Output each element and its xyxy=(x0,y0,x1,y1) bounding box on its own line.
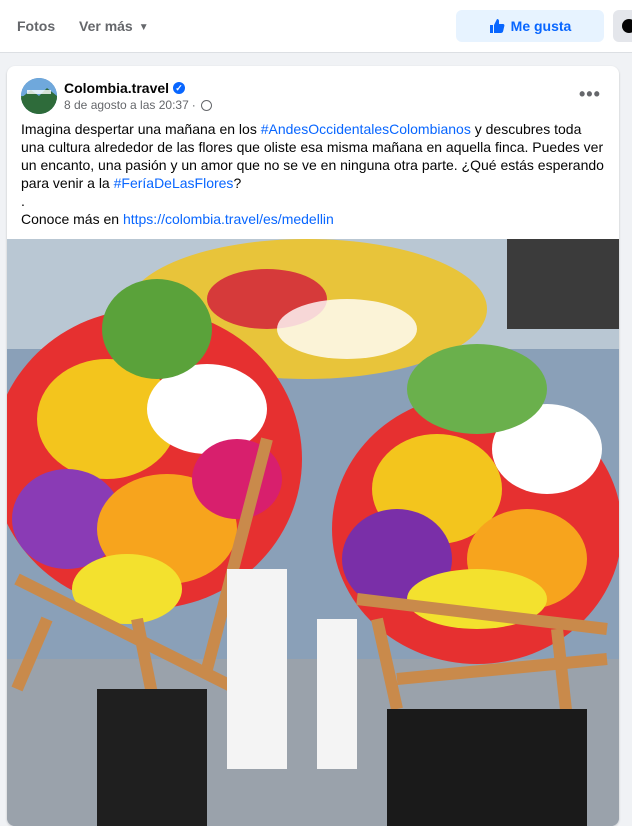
tab-fotos[interactable]: Fotos xyxy=(17,18,55,34)
page-name-label: Colombia.travel xyxy=(64,80,170,96)
page-topbar: Fotos Ver más ▼ Me gusta xyxy=(0,0,632,53)
avatar-image xyxy=(21,78,57,114)
page-avatar[interactable] xyxy=(21,78,57,114)
more-options-icon[interactable]: ••• xyxy=(579,84,601,105)
page-name[interactable]: Colombia.travel ✓ xyxy=(64,80,186,96)
chevron-down-icon: ▼ xyxy=(138,22,149,33)
text-part-3: ? xyxy=(233,175,242,191)
like-page-button[interactable]: Me gusta xyxy=(456,10,604,42)
messenger-button[interactable] xyxy=(613,10,632,42)
post-card: Colombia.travel ✓ 8 de agosto a las 20:3… xyxy=(7,66,619,826)
messenger-icon xyxy=(622,19,632,33)
post-text: Imagina despertar una mañana en los #And… xyxy=(21,120,607,228)
text-part-1: Imagina despertar una mañana en los xyxy=(21,121,261,137)
post-date[interactable]: 8 de agosto a las 20:37 xyxy=(64,98,189,112)
globe-icon xyxy=(200,99,212,111)
thumbs-up-icon xyxy=(489,19,505,33)
hashtag-link-andes[interactable]: #AndesOccidentalesColombianos xyxy=(261,121,471,137)
post-photo[interactable] xyxy=(7,239,619,826)
meta-separator: · xyxy=(191,98,196,112)
post-paragraph: Imagina despertar una mañana en los #And… xyxy=(21,120,607,192)
link-prefix: Conoce más en xyxy=(21,211,123,227)
hashtag-link-feria[interactable]: #FeríaDeLasFlores xyxy=(114,175,234,191)
post-dot-line: . xyxy=(21,193,25,209)
like-button-label: Me gusta xyxy=(510,18,572,34)
verified-badge-icon: ✓ xyxy=(173,82,186,94)
medellin-link[interactable]: https://colombia.travel/es/medellin xyxy=(123,211,334,227)
tab-ver-mas[interactable]: Ver más ▼ xyxy=(79,18,149,34)
tab-ver-mas-label: Ver más xyxy=(79,18,133,34)
post-link-line: Conoce más en https://colombia.travel/es… xyxy=(21,210,607,228)
post-meta: 8 de agosto a las 20:37 · xyxy=(64,98,212,112)
